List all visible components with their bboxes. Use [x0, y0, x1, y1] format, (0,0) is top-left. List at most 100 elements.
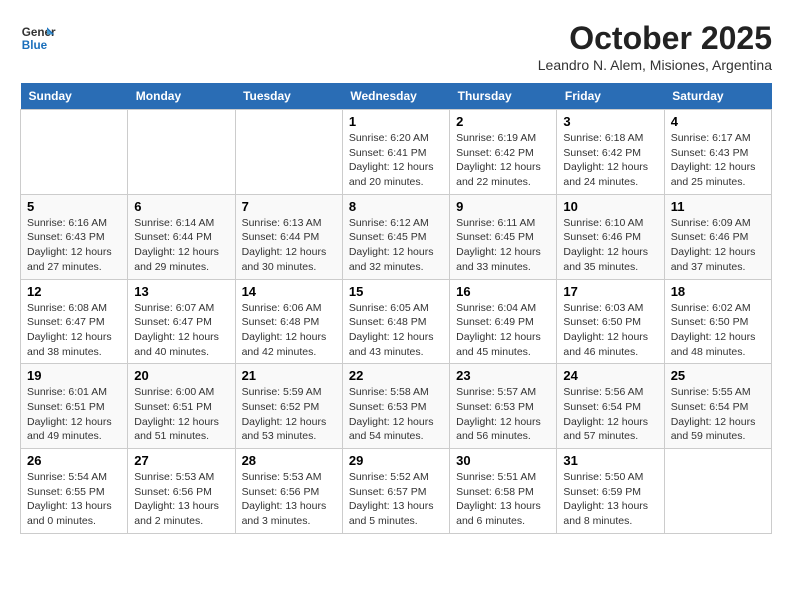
- calendar-header-row: SundayMondayTuesdayWednesdayThursdayFrid…: [21, 83, 772, 110]
- day-info: Sunrise: 6:06 AM Sunset: 6:48 PM Dayligh…: [242, 301, 336, 360]
- calendar-cell: 5 Sunrise: 6:16 AM Sunset: 6:43 PM Daylig…: [21, 194, 128, 279]
- day-info: Sunrise: 6:01 AM Sunset: 6:51 PM Dayligh…: [27, 385, 121, 444]
- day-info: Sunrise: 5:58 AM Sunset: 6:53 PM Dayligh…: [349, 385, 443, 444]
- day-number: 20: [134, 368, 228, 383]
- day-number: 16: [456, 284, 550, 299]
- calendar-cell: 3 Sunrise: 6:18 AM Sunset: 6:42 PM Daylig…: [557, 110, 664, 195]
- location-subtitle: Leandro N. Alem, Misiones, Argentina: [538, 57, 772, 73]
- day-info: Sunrise: 6:09 AM Sunset: 6:46 PM Dayligh…: [671, 216, 765, 275]
- day-info: Sunrise: 6:20 AM Sunset: 6:41 PM Dayligh…: [349, 131, 443, 190]
- calendar-day-header: Saturday: [664, 83, 771, 110]
- calendar-cell: 14 Sunrise: 6:06 AM Sunset: 6:48 PM Dayli…: [235, 279, 342, 364]
- day-number: 9: [456, 199, 550, 214]
- calendar-cell: 31 Sunrise: 5:50 AM Sunset: 6:59 PM Dayli…: [557, 449, 664, 534]
- calendar-cell: [128, 110, 235, 195]
- calendar-cell: [664, 449, 771, 534]
- title-block: October 2025 Leandro N. Alem, Misiones, …: [538, 20, 772, 73]
- day-number: 1: [349, 114, 443, 129]
- day-number: 6: [134, 199, 228, 214]
- day-number: 2: [456, 114, 550, 129]
- calendar-cell: 24Sunrise: 5:56 AM Sunset: 6:54 PM Dayli…: [557, 364, 664, 449]
- day-info: Sunrise: 6:18 AM Sunset: 6:42 PM Dayligh…: [563, 131, 657, 190]
- calendar-week-row: 19 Sunrise: 6:01 AM Sunset: 6:51 PM Dayli…: [21, 364, 772, 449]
- day-info: Sunrise: 5:59 AM Sunset: 6:52 PM Dayligh…: [242, 385, 336, 444]
- calendar-cell: 20 Sunrise: 6:00 AM Sunset: 6:51 PM Dayli…: [128, 364, 235, 449]
- day-number: 3: [563, 114, 657, 129]
- day-info: Sunrise: 5:53 AM Sunset: 6:56 PM Dayligh…: [134, 470, 228, 529]
- day-info: Sunrise: 6:04 AM Sunset: 6:49 PM Dayligh…: [456, 301, 550, 360]
- calendar-table: SundayMondayTuesdayWednesdayThursdayFrid…: [20, 83, 772, 534]
- day-number: 12: [27, 284, 121, 299]
- calendar-week-row: 26Sunrise: 5:54 AM Sunset: 6:55 PM Dayli…: [21, 449, 772, 534]
- day-info: Sunrise: 5:53 AM Sunset: 6:56 PM Dayligh…: [242, 470, 336, 529]
- calendar-cell: 29Sunrise: 5:52 AM Sunset: 6:57 PM Dayli…: [342, 449, 449, 534]
- day-number: 25: [671, 368, 765, 383]
- day-info: Sunrise: 6:14 AM Sunset: 6:44 PM Dayligh…: [134, 216, 228, 275]
- calendar-cell: 6 Sunrise: 6:14 AM Sunset: 6:44 PM Daylig…: [128, 194, 235, 279]
- calendar-day-header: Friday: [557, 83, 664, 110]
- calendar-cell: 21 Sunrise: 5:59 AM Sunset: 6:52 PM Dayli…: [235, 364, 342, 449]
- calendar-cell: 4Sunrise: 6:17 AM Sunset: 6:43 PM Daylig…: [664, 110, 771, 195]
- svg-text:Blue: Blue: [22, 39, 48, 52]
- day-number: 7: [242, 199, 336, 214]
- calendar-cell: 15Sunrise: 6:05 AM Sunset: 6:48 PM Dayli…: [342, 279, 449, 364]
- calendar-cell: 12 Sunrise: 6:08 AM Sunset: 6:47 PM Dayli…: [21, 279, 128, 364]
- day-number: 23: [456, 368, 550, 383]
- day-info: Sunrise: 5:57 AM Sunset: 6:53 PM Dayligh…: [456, 385, 550, 444]
- calendar-day-header: Monday: [128, 83, 235, 110]
- calendar-cell: 10Sunrise: 6:10 AM Sunset: 6:46 PM Dayli…: [557, 194, 664, 279]
- day-info: Sunrise: 5:56 AM Sunset: 6:54 PM Dayligh…: [563, 385, 657, 444]
- calendar-cell: 17Sunrise: 6:03 AM Sunset: 6:50 PM Dayli…: [557, 279, 664, 364]
- calendar-cell: 27Sunrise: 5:53 AM Sunset: 6:56 PM Dayli…: [128, 449, 235, 534]
- month-title: October 2025: [538, 20, 772, 57]
- calendar-day-header: Sunday: [21, 83, 128, 110]
- day-number: 22: [349, 368, 443, 383]
- calendar-day-header: Tuesday: [235, 83, 342, 110]
- calendar-cell: 22 Sunrise: 5:58 AM Sunset: 6:53 PM Dayli…: [342, 364, 449, 449]
- day-number: 18: [671, 284, 765, 299]
- day-info: Sunrise: 5:51 AM Sunset: 6:58 PM Dayligh…: [456, 470, 550, 529]
- page-header: General Blue October 2025 Leandro N. Ale…: [20, 20, 772, 73]
- day-number: 31: [563, 453, 657, 468]
- day-number: 17: [563, 284, 657, 299]
- day-info: Sunrise: 6:11 AM Sunset: 6:45 PM Dayligh…: [456, 216, 550, 275]
- calendar-week-row: 5 Sunrise: 6:16 AM Sunset: 6:43 PM Daylig…: [21, 194, 772, 279]
- calendar-cell: 19 Sunrise: 6:01 AM Sunset: 6:51 PM Dayli…: [21, 364, 128, 449]
- calendar-cell: 8 Sunrise: 6:12 AM Sunset: 6:45 PM Daylig…: [342, 194, 449, 279]
- day-number: 28: [242, 453, 336, 468]
- day-info: Sunrise: 5:50 AM Sunset: 6:59 PM Dayligh…: [563, 470, 657, 529]
- day-info: Sunrise: 5:55 AM Sunset: 6:54 PM Dayligh…: [671, 385, 765, 444]
- day-info: Sunrise: 6:02 AM Sunset: 6:50 PM Dayligh…: [671, 301, 765, 360]
- day-info: Sunrise: 6:19 AM Sunset: 6:42 PM Dayligh…: [456, 131, 550, 190]
- calendar-cell: [21, 110, 128, 195]
- day-info: Sunrise: 5:52 AM Sunset: 6:57 PM Dayligh…: [349, 470, 443, 529]
- calendar-day-header: Thursday: [450, 83, 557, 110]
- day-number: 5: [27, 199, 121, 214]
- calendar-cell: 30 Sunrise: 5:51 AM Sunset: 6:58 PM Dayli…: [450, 449, 557, 534]
- day-info: Sunrise: 6:08 AM Sunset: 6:47 PM Dayligh…: [27, 301, 121, 360]
- day-number: 13: [134, 284, 228, 299]
- day-number: 10: [563, 199, 657, 214]
- logo: General Blue: [20, 20, 56, 56]
- calendar-cell: 11Sunrise: 6:09 AM Sunset: 6:46 PM Dayli…: [664, 194, 771, 279]
- day-number: 21: [242, 368, 336, 383]
- day-number: 30: [456, 453, 550, 468]
- day-number: 8: [349, 199, 443, 214]
- calendar-cell: 13 Sunrise: 6:07 AM Sunset: 6:47 PM Dayli…: [128, 279, 235, 364]
- day-number: 4: [671, 114, 765, 129]
- day-number: 19: [27, 368, 121, 383]
- calendar-cell: 1 Sunrise: 6:20 AM Sunset: 6:41 PM Daylig…: [342, 110, 449, 195]
- calendar-cell: 28 Sunrise: 5:53 AM Sunset: 6:56 PM Dayli…: [235, 449, 342, 534]
- day-info: Sunrise: 6:07 AM Sunset: 6:47 PM Dayligh…: [134, 301, 228, 360]
- day-info: Sunrise: 6:00 AM Sunset: 6:51 PM Dayligh…: [134, 385, 228, 444]
- day-info: Sunrise: 6:16 AM Sunset: 6:43 PM Dayligh…: [27, 216, 121, 275]
- calendar-cell: 7 Sunrise: 6:13 AM Sunset: 6:44 PM Daylig…: [235, 194, 342, 279]
- day-info: Sunrise: 6:12 AM Sunset: 6:45 PM Dayligh…: [349, 216, 443, 275]
- calendar-cell: 2 Sunrise: 6:19 AM Sunset: 6:42 PM Daylig…: [450, 110, 557, 195]
- day-info: Sunrise: 6:13 AM Sunset: 6:44 PM Dayligh…: [242, 216, 336, 275]
- day-number: 14: [242, 284, 336, 299]
- day-info: Sunrise: 5:54 AM Sunset: 6:55 PM Dayligh…: [27, 470, 121, 529]
- logo-icon: General Blue: [20, 20, 56, 56]
- calendar-cell: 9 Sunrise: 6:11 AM Sunset: 6:45 PM Daylig…: [450, 194, 557, 279]
- calendar-cell: [235, 110, 342, 195]
